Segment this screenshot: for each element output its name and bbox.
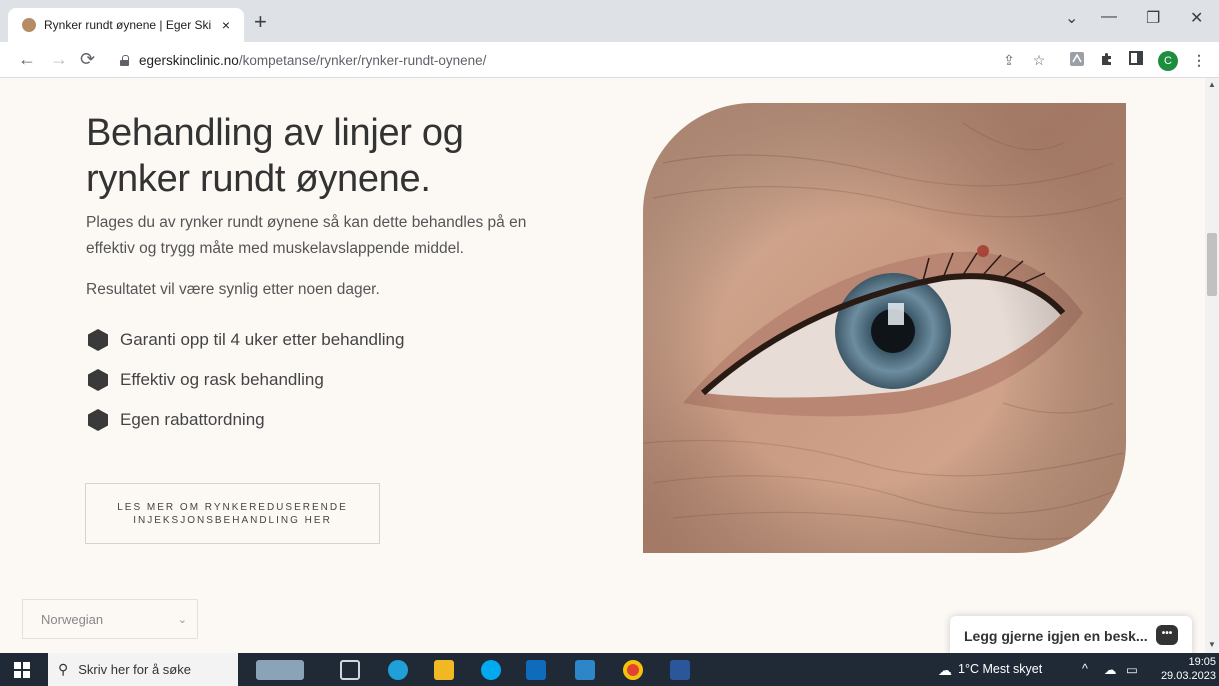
url-path: /kompetanse/rynker/rynker-rundt-oynene/: [238, 52, 487, 68]
weather-cloud-icon: ☁: [938, 662, 952, 678]
chevron-down-icon: ⌄: [177, 613, 187, 626]
extension-acrobat-icon[interactable]: [1068, 51, 1086, 69]
reload-icon[interactable]: ⟳: [80, 48, 95, 70]
onedrive-icon[interactable]: ☁: [1104, 662, 1117, 677]
taskbar-clock[interactable]: 19:05 29.03.2023: [1150, 655, 1216, 683]
language-select-value: Norwegian: [41, 611, 104, 627]
list-item: Effektiv og rask behandling: [88, 360, 404, 400]
result-paragraph: Resultatet vil være synlig etter noen da…: [86, 281, 380, 298]
clock-date: 29.03.2023: [1160, 670, 1216, 682]
browser-tabstrip: Rynker rundt øynene | Eger Skin × + ⌄ — …: [0, 0, 1219, 42]
profile-avatar[interactable]: C: [1158, 51, 1178, 71]
close-window-button[interactable]: ✕: [1190, 8, 1203, 28]
windows-taskbar: ⚲ Skriv her for å søke ☁ 1°C Mest skyet …: [0, 653, 1219, 686]
language-select[interactable]: Norwegian ⌄: [22, 599, 198, 639]
task-view-icon[interactable]: [340, 660, 360, 680]
web-page: Behandling av linjer og rynker rundt øyn…: [0, 78, 1205, 653]
browser-tab[interactable]: Rynker rundt øynene | Eger Skin ×: [8, 8, 244, 42]
menu-kebab-icon[interactable]: ⋮: [1190, 51, 1208, 69]
news-widget-icon[interactable]: [256, 660, 304, 680]
bullet-text: Garanti opp til 4 uker etter behandling: [120, 330, 405, 349]
hexagon-bullet-icon: [88, 329, 108, 351]
chat-widget[interactable]: Legg gjerne igjen en besk... •••: [950, 616, 1192, 653]
intro-paragraph: Plages du av rynker rundt øynene så kan …: [86, 214, 527, 257]
list-item: Egen rabattordning: [88, 400, 404, 440]
page-scrollbar[interactable]: ▲ ▼: [1205, 78, 1219, 653]
chat-bubble-icon: •••: [1156, 625, 1178, 645]
outlook-icon[interactable]: [526, 660, 546, 680]
windows-start-icon[interactable]: [14, 662, 30, 678]
read-more-button[interactable]: LES MER OM RYNKEREDUSERENDE INJEKSJONSBE…: [85, 483, 380, 544]
maximize-button[interactable]: ❐: [1146, 8, 1160, 28]
scroll-down-arrow-icon[interactable]: ▼: [1208, 640, 1216, 649]
forward-arrow-icon[interactable]: →: [50, 48, 68, 70]
battery-icon[interactable]: ▭: [1126, 662, 1138, 677]
bullet-text: Effektiv og rask behandling: [120, 370, 324, 389]
chrome-icon[interactable]: [623, 660, 643, 680]
site-favicon-icon: [22, 18, 36, 32]
side-panel-icon[interactable]: [1127, 51, 1145, 69]
browser-toolbar: ← → ⟳ egerskinclinic.no/kompetanse/rynke…: [0, 42, 1219, 78]
word-icon[interactable]: [670, 660, 690, 680]
tab-title: Rynker rundt øynene | Eger Skin: [44, 18, 212, 32]
scrollbar-thumb[interactable]: [1207, 233, 1217, 296]
taskbar-search-placeholder: Skriv her for å søke: [78, 662, 191, 677]
taskbar-search-box[interactable]: ⚲ Skriv her for å søke: [48, 653, 238, 686]
lock-icon: [120, 54, 129, 66]
chat-widget-label: Legg gjerne igjen en besk...: [964, 628, 1148, 644]
search-icon: ⚲: [58, 661, 69, 677]
tab-search-icon[interactable]: ⌄: [1065, 8, 1078, 28]
extensions-puzzle-icon[interactable]: [1098, 51, 1116, 69]
share-icon[interactable]: ⇪: [1000, 51, 1018, 69]
bullet-text: Egen rabattordning: [120, 410, 265, 429]
photos-icon[interactable]: [575, 660, 595, 680]
clock-time: 19:05: [1188, 656, 1216, 668]
bookmark-star-icon[interactable]: ☆: [1030, 51, 1048, 69]
new-tab-button[interactable]: +: [254, 11, 267, 33]
edge-browser-icon[interactable]: [388, 660, 408, 680]
hexagon-bullet-icon: [88, 409, 108, 431]
tray-chevron-icon[interactable]: ^: [1082, 662, 1088, 676]
skype-icon[interactable]: [481, 660, 501, 680]
tab-close-icon[interactable]: ×: [218, 17, 234, 33]
benefits-list: Garanti opp til 4 uker etter behandling …: [88, 320, 404, 440]
file-explorer-icon[interactable]: [434, 660, 454, 680]
weather-text[interactable]: 1°C Mest skyet: [958, 662, 1042, 676]
list-item: Garanti opp til 4 uker etter behandling: [88, 320, 404, 360]
minimize-button[interactable]: —: [1101, 8, 1117, 26]
scroll-up-arrow-icon[interactable]: ▲: [1208, 80, 1216, 89]
page-heading: Behandling av linjer og rynker rundt øyn…: [86, 112, 464, 200]
back-arrow-icon[interactable]: ←: [18, 48, 36, 70]
eye-photo: [643, 103, 1126, 553]
address-bar[interactable]: egerskinclinic.no/kompetanse/rynker/rynk…: [112, 47, 1032, 73]
hexagon-bullet-icon: [88, 369, 108, 391]
url-text: egerskinclinic.no/kompetanse/rynker/rynk…: [139, 53, 486, 68]
url-domain: egerskinclinic.no: [139, 52, 239, 68]
